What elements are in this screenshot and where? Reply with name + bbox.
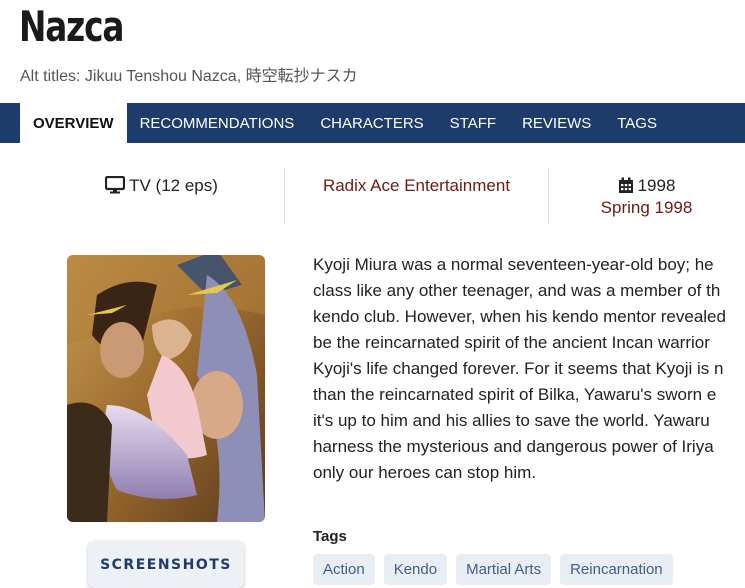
studio-link[interactable]: Radix Ace Entertainment xyxy=(323,176,510,195)
tab-recommendations[interactable]: RECOMMENDATIONS xyxy=(127,103,308,143)
nav-bar: OVERVIEW RECOMMENDATIONS CHARACTERS STAF… xyxy=(0,103,745,143)
season-link[interactable]: Spring 1998 xyxy=(601,198,693,217)
synopsis-line: be the reincarnated spirit of the ancien… xyxy=(313,333,710,352)
page-title: Nazca xyxy=(19,2,124,51)
studio-info: Radix Ace Entertainment xyxy=(284,168,549,224)
alt-titles: Alt titles: Jikuu Tenshou Nazca, 時空転抄ナスカ xyxy=(20,68,358,85)
format-info: TV (12 eps) xyxy=(40,168,283,224)
tab-tags[interactable]: TAGS xyxy=(604,103,670,143)
tab-staff[interactable]: STAFF xyxy=(437,103,509,143)
tags-heading: Tags xyxy=(313,528,347,545)
tag-chip-martial-arts[interactable]: Martial Arts xyxy=(456,554,552,585)
tag-list: Action Kendo Martial Arts Reincarnation xyxy=(313,554,673,585)
synopsis-line: class like any other teenager, and was a… xyxy=(313,281,721,300)
tab-characters[interactable]: CHARACTERS xyxy=(307,103,436,143)
synopsis-line: it's up to him and his allies to save th… xyxy=(313,411,710,430)
synopsis-line: Kyoji's life changed forever. For it see… xyxy=(313,359,724,378)
format-text: TV (12 eps) xyxy=(129,176,218,195)
screenshots-button[interactable]: SCREENSHOTS xyxy=(88,541,244,588)
tag-chip-kendo[interactable]: Kendo xyxy=(383,554,448,585)
tab-overview[interactable]: OVERVIEW xyxy=(20,103,127,143)
year-text: 1998 xyxy=(637,176,676,195)
tab-reviews[interactable]: REVIEWS xyxy=(509,103,604,143)
date-info: 1998 Spring 1998 xyxy=(548,168,745,224)
synopsis-line: than the reincarnated spirit of Bilka, Y… xyxy=(313,385,717,404)
synopsis-line: harness the mysterious and dangerous pow… xyxy=(313,437,714,456)
synopsis-line: kendo club. However, when his kendo ment… xyxy=(313,307,726,326)
synopsis-line: only our heroes can stop him. xyxy=(313,463,537,482)
poster-image xyxy=(67,255,265,522)
tv-icon xyxy=(105,176,126,194)
poster-artwork xyxy=(67,255,265,522)
tag-chip-reincarnation[interactable]: Reincarnation xyxy=(560,554,673,585)
synopsis: Kyoji Miura was a normal seventeen-year-… xyxy=(313,252,745,486)
tag-chip-action[interactable]: Action xyxy=(313,554,375,585)
synopsis-line: Kyoji Miura was a normal seventeen-year-… xyxy=(313,255,714,274)
calendar-icon xyxy=(618,177,633,193)
